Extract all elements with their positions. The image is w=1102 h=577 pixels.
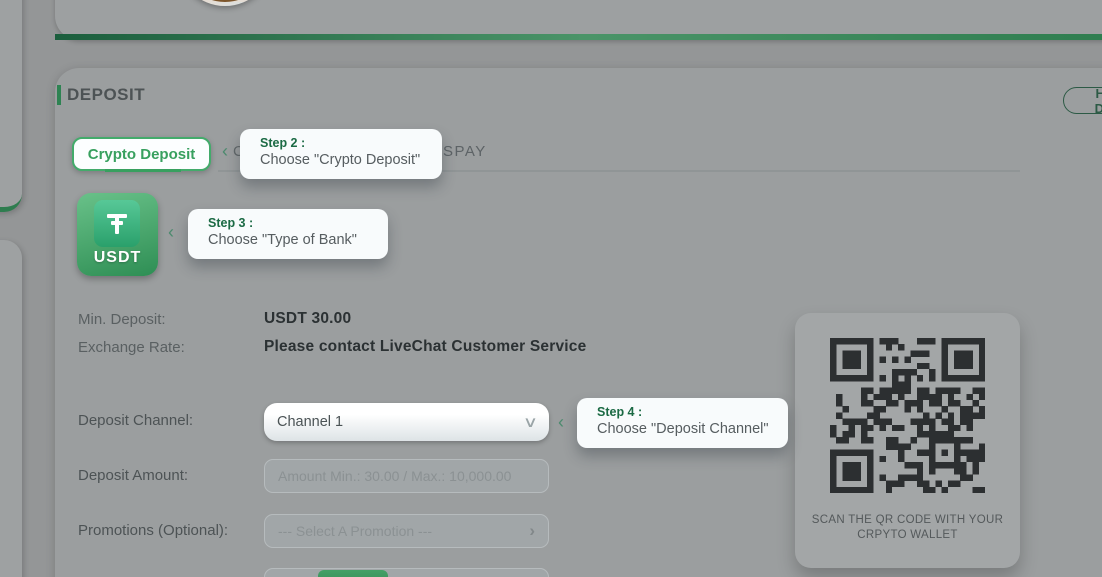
bottom-partial-field[interactable] [264,568,549,577]
chevron-right-icon: › [529,521,535,541]
chevron-down-icon: ∨ [523,413,538,431]
tooltip-step3-title: Step 3 : [208,216,376,230]
left-partial-card-top [0,0,22,212]
bank-type-usdt[interactable]: USDT [77,193,158,276]
tab-crypto-deposit[interactable]: Crypto Deposit [72,137,211,171]
tab-spay[interactable]: SPAY [443,143,487,160]
deposit-amount-label: Deposit Amount: [78,467,188,484]
deposit-amount-input[interactable] [278,468,535,484]
exchange-rate-label: Exchange Rate: [78,339,185,356]
promotions-label: Promotions (Optional): [78,522,228,539]
tooltip-step2: Step 2 : Choose "Crypto Deposit" [240,129,442,179]
avatar[interactable] [177,0,273,6]
page: › For Upgrade DEPOSIT How To Deposit C S… [0,0,1102,577]
active-tab-indicator [105,169,181,172]
tooltip-step3: Step 3 : Choose "Type of Bank" [188,209,388,259]
tooltip-step3-text: Choose "Type of Bank" [208,232,376,248]
tooltip-step4: Step 4 : Choose "Deposit Channel" [577,398,788,448]
profile-card: › For Upgrade [55,0,1102,40]
tooltip-step4-title: Step 4 : [597,405,776,419]
tooltip-step2-title: Step 2 : [260,136,430,150]
deposit-channel-select[interactable]: Channel 1 ∨ [264,403,549,441]
tooltip-arrow-left-icon: ‹ [168,223,174,241]
deposit-channel-label: Deposit Channel: [78,412,193,429]
tooltip-arrow-left-icon: ‹ [222,142,228,160]
bottom-partial-green-button[interactable] [318,570,388,577]
promotions-placeholder: --- Select A Promotion --- [278,523,432,539]
tether-icon [94,200,140,247]
exchange-rate-value: Please contact LiveChat Customer Service [264,338,586,356]
how-to-deposit-button[interactable]: How To Deposit [1063,87,1102,114]
left-partial-card-bottom [0,240,22,577]
deposit-amount-field[interactable] [264,459,549,493]
deposit-panel: DEPOSIT How To Deposit C SPAY Crypto Dep… [55,68,1102,577]
qr-code [830,338,985,493]
tooltip-step4-text: Choose "Deposit Channel" [597,421,776,437]
usdt-label: USDT [77,249,158,267]
tooltip-arrow-left-icon: ‹ [558,413,564,431]
title-accent-bar [57,85,61,105]
qr-caption: SCAN THE QR CODE WITH YOUR CRPYTO WALLET [803,513,1012,543]
promotions-select[interactable]: --- Select A Promotion --- › [264,514,549,548]
qr-card: SCAN THE QR CODE WITH YOUR CRPYTO WALLET [795,313,1020,568]
min-deposit-value: USDT 30.00 [264,310,351,328]
deposit-channel-value: Channel 1 [277,414,343,430]
page-title: DEPOSIT [67,85,145,105]
tooltip-step2-text: Choose "Crypto Deposit" [260,152,430,168]
min-deposit-label: Min. Deposit: [78,311,166,328]
